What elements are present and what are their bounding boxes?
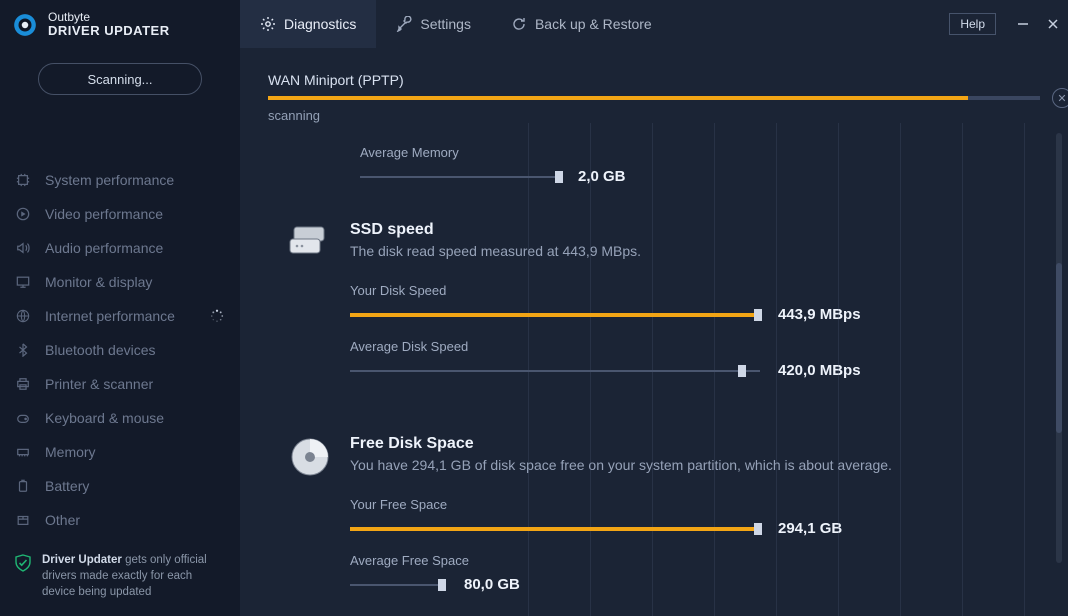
- tab-label: Diagnostics: [284, 16, 356, 32]
- metric-label: Your Free Space: [350, 497, 1028, 512]
- progress-title: WAN Miniport (PPTP): [268, 72, 1040, 88]
- sidebar-item-printer-scanner[interactable]: Printer & scanner: [0, 367, 240, 401]
- window-close-button[interactable]: [1038, 0, 1068, 48]
- box-icon: [15, 512, 31, 528]
- sidebar-item-label: Bluetooth devices: [45, 342, 156, 358]
- disk-icon: [288, 435, 332, 609]
- ssd-drives-icon: [288, 221, 332, 395]
- your-disk-speed-slider: [350, 312, 760, 318]
- bluetooth-icon: [15, 342, 31, 358]
- sidebar-item-system-performance[interactable]: System performance: [0, 163, 240, 197]
- progress-cancel-button[interactable]: ✕: [1052, 88, 1068, 108]
- sidebar-item-label: Audio performance: [45, 240, 163, 256]
- section-ssd-speed: SSD speed The disk read speed measured a…: [280, 221, 1028, 395]
- metric-value: 2,0 GB: [578, 168, 626, 185]
- tab-label: Back up & Restore: [535, 16, 652, 32]
- metric-label: Average Disk Speed: [350, 339, 1028, 354]
- metric-value: 294,1 GB: [778, 520, 842, 537]
- sidebar-item-keyboard-mouse[interactable]: Keyboard & mouse: [0, 401, 240, 435]
- memory-icon: [15, 444, 31, 460]
- sidebar-item-label: System performance: [45, 172, 174, 188]
- scan-progress: WAN Miniport (PPTP) ✕ scanning: [240, 48, 1068, 123]
- sidebar-item-label: Other: [45, 512, 80, 528]
- sidebar-item-other[interactable]: Other: [0, 503, 240, 537]
- brand: Outbyte DRIVER UPDATER: [0, 0, 240, 49]
- sidebar-item-bluetooth-devices[interactable]: Bluetooth devices: [0, 333, 240, 367]
- metric-value: 420,0 MBps: [778, 362, 861, 379]
- metric-value: 80,0 GB: [464, 576, 520, 593]
- sidebar-item-label: Battery: [45, 478, 89, 494]
- sidebar-item-internet-performance[interactable]: Internet performance: [0, 299, 240, 333]
- section-free-disk-space: Free Disk Space You have 294,1 GB of dis…: [280, 435, 1028, 609]
- tab-settings[interactable]: Settings: [376, 0, 491, 48]
- loading-spinner-icon: [210, 309, 224, 323]
- tab-label: Settings: [420, 16, 471, 32]
- globe-icon: [15, 308, 31, 324]
- sidebar-item-label: Keyboard & mouse: [45, 410, 164, 426]
- sidebar-list: System performance Video performance Aud…: [0, 163, 240, 537]
- avg-free-space-slider: [350, 582, 446, 588]
- metric-label: Average Memory: [360, 145, 1028, 160]
- speaker-icon: [15, 240, 31, 256]
- sidebar-item-audio-performance[interactable]: Audio performance: [0, 231, 240, 265]
- shield-check-icon: [14, 554, 32, 572]
- chip-icon: [15, 172, 31, 188]
- sidebar-item-memory[interactable]: Memory: [0, 435, 240, 469]
- progress-fill: [268, 96, 968, 100]
- metric-label: Average Free Space: [350, 553, 1028, 568]
- mouse-icon: [15, 410, 31, 426]
- sidebar-item-monitor-display[interactable]: Monitor & display: [0, 265, 240, 299]
- brand-logo-icon: [12, 12, 38, 38]
- metric-label: Your Disk Speed: [350, 283, 1028, 298]
- sidebar-item-video-performance[interactable]: Video performance: [0, 197, 240, 231]
- help-button[interactable]: Help: [949, 13, 996, 35]
- sidebar-item-label: Memory: [45, 444, 96, 460]
- metric-value: 443,9 MBps: [778, 306, 861, 323]
- section-description: The disk read speed measured at 443,9 MB…: [350, 243, 1028, 259]
- footer-text: Driver Updater gets only official driver…: [42, 552, 226, 600]
- sidebar-item-label: Internet performance: [45, 308, 175, 324]
- gear-icon: [260, 16, 276, 32]
- section-title: SSD speed: [350, 221, 1028, 239]
- refresh-icon: [511, 16, 527, 32]
- avg-memory-slider: [360, 174, 560, 180]
- printer-icon: [15, 376, 31, 392]
- main-area: Diagnostics Settings Back up & Restore H…: [240, 0, 1068, 616]
- scrollbar-thumb[interactable]: [1056, 263, 1062, 433]
- tab-backup-restore[interactable]: Back up & Restore: [491, 0, 672, 48]
- sidebar: Outbyte DRIVER UPDATER Scanning... Syste…: [0, 0, 240, 616]
- your-free-space-slider: [350, 526, 760, 532]
- tools-icon: [396, 16, 412, 32]
- brand-product: DRIVER UPDATER: [48, 24, 170, 38]
- sidebar-footer: Driver Updater gets only official driver…: [0, 540, 240, 616]
- sidebar-item-label: Monitor & display: [45, 274, 152, 290]
- section-memory: Average Memory 2,0 GB: [360, 145, 1028, 185]
- window-minimize-button[interactable]: [1008, 0, 1038, 48]
- monitor-icon: [15, 274, 31, 290]
- battery-icon: [15, 478, 31, 494]
- content-area: Average Memory 2,0 GB: [240, 123, 1068, 616]
- progress-status: scanning: [268, 108, 1040, 123]
- tab-bar: Diagnostics Settings Back up & Restore H…: [240, 0, 1068, 48]
- section-title: Free Disk Space: [350, 435, 1028, 453]
- play-circle-icon: [15, 206, 31, 222]
- progress-bar: ✕: [268, 96, 1040, 100]
- sidebar-item-battery[interactable]: Battery: [0, 469, 240, 503]
- section-description: You have 294,1 GB of disk space free on …: [350, 457, 1028, 473]
- sidebar-item-label: Printer & scanner: [45, 376, 153, 392]
- scrollbar[interactable]: [1056, 133, 1062, 563]
- sidebar-item-label: Video performance: [45, 206, 163, 222]
- tab-diagnostics[interactable]: Diagnostics: [240, 0, 376, 48]
- avg-disk-speed-slider: [350, 368, 760, 374]
- scanning-button[interactable]: Scanning...: [38, 63, 202, 95]
